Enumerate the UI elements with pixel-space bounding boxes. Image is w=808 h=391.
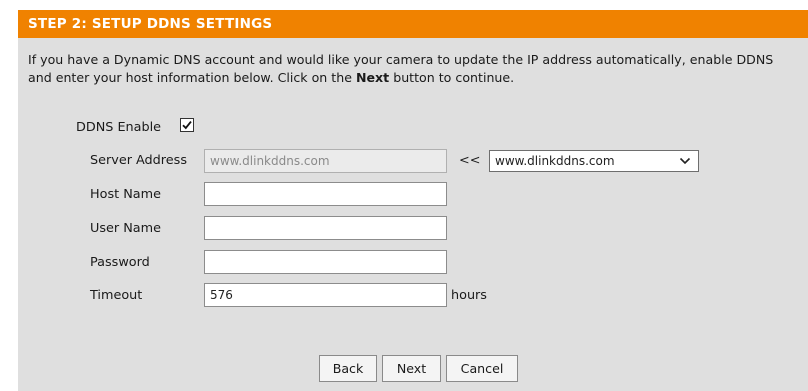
server-select-value: www.dlinkddns.com [495, 154, 615, 168]
ddns-enable-label: DDNS Enable [76, 120, 162, 135]
ddns-settings-panel: STEP 2: SETUP DDNS SETTINGS If you have … [18, 10, 808, 391]
timeout-label: Timeout [90, 288, 143, 303]
host-name-input[interactable] [204, 182, 447, 206]
section-title: STEP 2: SETUP DDNS SETTINGS [18, 10, 808, 38]
checkmark-icon [182, 121, 192, 130]
cancel-button[interactable]: Cancel [446, 355, 518, 382]
instructions-bold: Next [355, 70, 390, 85]
chevron-down-icon [679, 157, 691, 165]
back-button[interactable]: Back [319, 355, 377, 382]
instructions-text-end: button to continue. [389, 70, 515, 85]
host-name-label: Host Name [90, 187, 161, 202]
server-address-select[interactable]: www.dlinkddns.com [489, 150, 699, 172]
user-name-label: User Name [90, 221, 161, 236]
timeout-input[interactable]: 576 [204, 283, 447, 307]
next-button[interactable]: Next [382, 355, 441, 382]
user-name-input[interactable] [204, 216, 447, 240]
timeout-unit: hours [451, 288, 487, 303]
ddns-enable-checkbox[interactable] [180, 118, 194, 132]
password-input[interactable] [204, 250, 447, 274]
copy-server-arrows: << [459, 153, 481, 168]
server-address-label: Server Address [90, 153, 187, 168]
password-label: Password [90, 255, 150, 270]
server-address-field[interactable]: www.dlinkddns.com [204, 149, 447, 173]
instructions: If you have a Dynamic DNS account and wo… [28, 51, 798, 87]
